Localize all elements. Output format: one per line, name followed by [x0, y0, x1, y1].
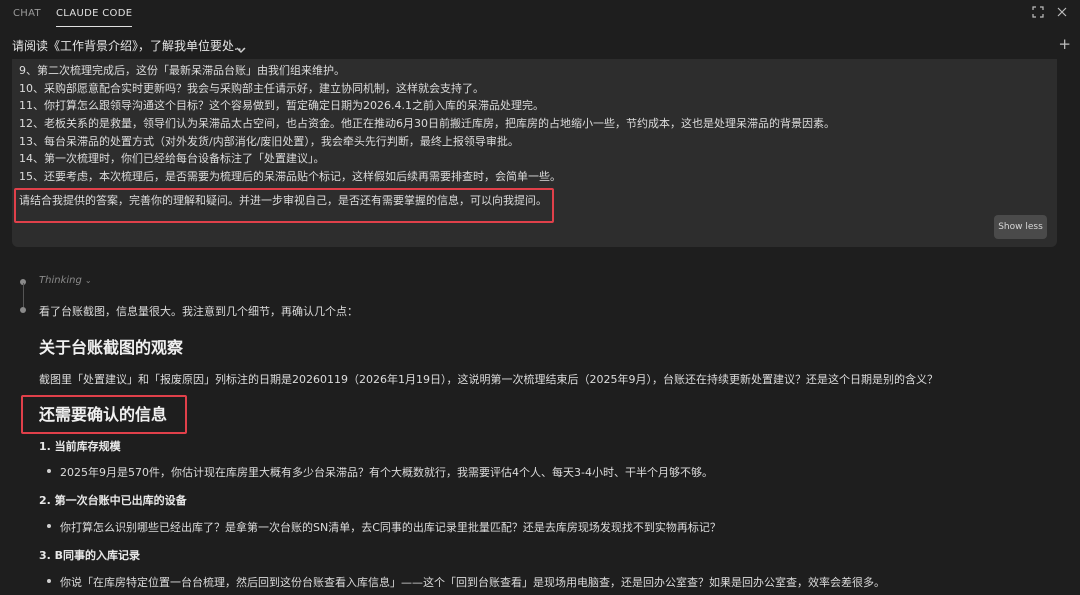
expand-icon[interactable]	[1032, 6, 1044, 18]
bullet-dot	[47, 579, 51, 583]
close-icon[interactable]	[1056, 6, 1068, 18]
bullet-dot	[47, 469, 51, 473]
bullet-dot	[47, 524, 51, 528]
plus-icon[interactable]: +	[1058, 35, 1071, 53]
heading-observation: 关于台账截图的观察	[39, 338, 184, 357]
window-controls	[1032, 6, 1068, 18]
message-line: 12、老板关系的是救量，领导们认为呆滞品太占空间，也占资金。他正在推动6月30日…	[19, 117, 835, 131]
question-2-text: 你打算怎么识别哪些已经出库了？是拿第一次台账的SN清单，去C同事的出库记录里批量…	[60, 521, 721, 534]
show-less-button[interactable]: Show less	[994, 215, 1047, 239]
question-3-text: 你说「在库房特定位置一台台梳理，然后回到这份台账查看入库信息」——这个「回到台账…	[60, 576, 885, 589]
message-line: 13、每台呆滞品的处置方式（对外发货/内部消化/废旧处置），我会牵头先行判断，最…	[19, 134, 519, 148]
question-1-text: 2025年9月是570件，你估计现在库房里大概有多少台呆滞品？有个大概数就行，我…	[60, 466, 713, 479]
response-dot	[20, 307, 26, 313]
thinking-toggle[interactable]: Thinking ⌄	[39, 275, 92, 286]
message-lines: 9、第二次梳理完成后，这份「最新呆滞品台账」由我们组来维护。 10、采购部愿意配…	[19, 62, 835, 186]
timeline-line	[23, 283, 24, 307]
chevron-down-icon: ⌄	[84, 276, 92, 285]
message-line: 10、采购部愿意配合实时更新吗？我会与采购部主任请示好，建立协同机制，这样就会支…	[19, 81, 484, 95]
message-line: 15、还要考虑，本次梳理后，是否需要为梳理后的呆滞品贴个标记，这样假如后续再需要…	[19, 170, 561, 184]
question-1-title: 1. 当前库存规模	[39, 440, 121, 453]
message-line: 11、你打算怎么跟领导沟通这个目标？这个容易做到，暂定确定日期为2026.4.1…	[19, 99, 544, 113]
conversation-bar: 请阅读《工作背景介绍》，了解我单位要处... +	[0, 29, 1080, 59]
response-intro: 看了台账截图，信息量很大。我注意到几个细节，再确认几个点：	[39, 305, 358, 318]
observation-paragraph: 截图里「处置建议」和「报废原因」列标注的日期是20260119（2026年1月1…	[39, 373, 938, 386]
message-line: 14、第一次梳理时，你们已经给每台设备标注了「处置建议」。	[19, 152, 325, 166]
tab-bar: CHAT CLAUDE CODE	[0, 0, 1080, 27]
tab-claude-code[interactable]: CLAUDE CODE	[56, 0, 133, 27]
thinking-label: Thinking	[39, 275, 82, 286]
message-line: 9、第二次梳理完成后，这份「最新呆滞品台账」由我们组来维护。	[19, 64, 345, 77]
question-3-title: 3. B同事的入库记录	[39, 549, 141, 562]
conversation-title[interactable]: 请阅读《工作背景介绍》，了解我单位要处...	[12, 37, 245, 54]
highlight-box-request	[14, 188, 554, 223]
question-2-title: 2. 第一次台账中已出库的设备	[39, 494, 187, 507]
highlight-box-heading	[21, 395, 187, 434]
tab-chat[interactable]: CHAT	[13, 0, 41, 27]
chevron-down-icon[interactable]	[236, 39, 246, 58]
